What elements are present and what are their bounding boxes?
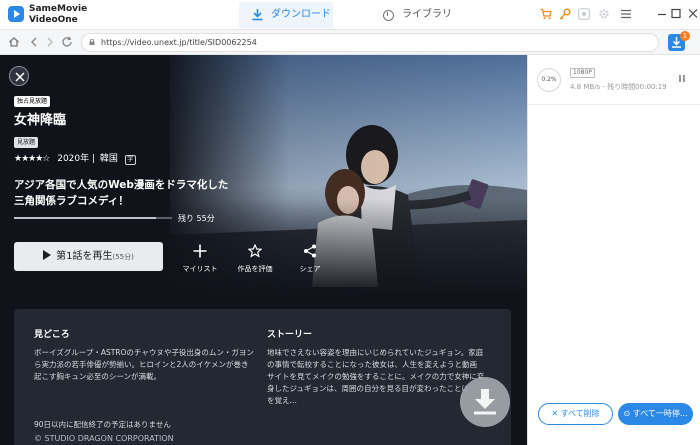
play-episode-button[interactable]: 第1話を再生(55分) <box>14 242 163 271</box>
key-icon[interactable] <box>559 8 571 20</box>
subtitle-badge: 字 <box>124 155 136 165</box>
play-duration: (55分) <box>112 253 134 261</box>
show-title: 女神降臨 <box>14 113 67 128</box>
mylist-button[interactable]: マイリスト <box>175 242 225 278</box>
plus-icon <box>193 244 207 258</box>
menu-icon[interactable] <box>620 8 632 20</box>
pause-all-label: すべて一時停... <box>632 409 688 418</box>
minimize-icon[interactable] <box>657 8 669 20</box>
share-button[interactable]: シェア <box>285 242 335 278</box>
app-window: SameMovie VideoOne ダウンロード ライブラリ https://… <box>0 0 700 445</box>
play-icon <box>43 250 52 260</box>
gear-icon[interactable] <box>598 8 610 20</box>
address-bar: https://video.unext.jp/title/SID0062254 … <box>0 30 700 55</box>
download-icon <box>252 9 263 21</box>
close-icon[interactable] <box>688 8 700 20</box>
highlights-text: 起こす胸キュン必至のシーンが満載。 <box>34 372 161 381</box>
cloud-icon[interactable] <box>578 8 590 20</box>
app-logo <box>8 6 24 22</box>
play-button-label: 第1話を再生 <box>56 251 113 262</box>
share-icon <box>304 244 316 258</box>
rate-label: 作品を評価 <box>237 265 273 273</box>
delete-all-button[interactable]: ✕ すべて削除 <box>538 403 613 425</box>
url-text: https://video.unext.jp/title/SID0062254 <box>101 38 257 47</box>
tab-library-label: ライブラリ <box>402 9 452 20</box>
story-text: サイトを見てメイクの勉強をすることに。メイクの力で女神に変 <box>267 372 485 381</box>
queue-count-badge: 1 <box>680 31 690 41</box>
tagline-line-1: アジア各国で人気のWeb漫画をドラマ化した <box>14 179 229 191</box>
url-input[interactable]: https://video.unext.jp/title/SID0062254 <box>81 33 659 52</box>
release-year: 2020年 <box>57 154 90 164</box>
clock-icon <box>383 10 394 21</box>
download-video-button[interactable] <box>460 377 510 427</box>
star-rating: ★★★★☆ <box>14 154 50 164</box>
task-quality-badge: 1080P <box>570 68 595 78</box>
home-icon[interactable] <box>8 36 20 48</box>
story-text: を覚え… <box>267 396 297 405</box>
meta-separator: | <box>92 154 96 164</box>
watch-progress-fill <box>14 217 157 219</box>
copyright-text: © STUDIO DRAGON CORPORATION <box>34 434 174 443</box>
share-label: シェア <box>299 265 321 273</box>
story-heading: ストーリー <box>267 330 313 340</box>
back-arrow-icon[interactable] <box>28 36 40 48</box>
delete-icon: ✕ <box>551 409 561 418</box>
pause-circle-icon: ⊙ <box>623 409 633 418</box>
highlights-text: ら実力派の若手俳優が勢揃い。ヒロインと2人のイケメンが巻き <box>34 360 249 369</box>
download-task-item: 0.2% 1080P 4.8 MB/s - 残り時間00:00:19 <box>528 55 700 105</box>
tab-library[interactable]: ライブラリ <box>380 2 480 28</box>
download-panel: 0.2% 1080P 4.8 MB/s - 残り時間00:00:19 ✕ すべて… <box>527 55 700 445</box>
story-text: 身したジュギョンは、周囲の自分を見る目が変わったことに <box>267 384 469 393</box>
highlights-text: ボーイズグループ・ASTROのチャウヌや子役出身のムン・ガヨン <box>34 348 254 357</box>
rate-button[interactable]: 作品を評価 <box>230 242 280 278</box>
star-icon <box>248 244 262 258</box>
story-text: の事情で転校することになった彼女は、人生を変えようと動画 <box>267 360 477 369</box>
watch-progress-bar <box>14 217 172 219</box>
close-button[interactable] <box>9 66 29 86</box>
maximize-icon[interactable] <box>671 8 683 20</box>
delete-all-label: すべて削除 <box>560 409 600 418</box>
cart-icon[interactable] <box>540 8 552 20</box>
rating-row: ★★★★☆ 2020年 | 韓国 字 <box>14 153 136 165</box>
info-panel: 見どころ ストーリー ボーイズグループ・ASTROのチャウヌや子役出身のムン・ガ… <box>14 309 511 445</box>
title-bar: SameMovie VideoOne ダウンロード ライブラリ <box>0 0 700 30</box>
free-badge: 見放題 <box>14 137 39 148</box>
lock-icon <box>89 39 95 45</box>
close-icon <box>15 72 25 82</box>
availability-notice: 90日以内に配信終了の予定はありません <box>34 420 171 429</box>
reload-icon[interactable] <box>61 36 73 48</box>
pause-icon[interactable] <box>679 75 685 82</box>
remaining-time: 残り 55分 <box>178 214 215 223</box>
brand-name: SameMovie <box>29 4 88 14</box>
download-arrow-icon <box>474 389 496 415</box>
tagline-line-2: 三角関係ラブコメディ！ <box>14 195 129 207</box>
exclusive-badge: 独占見放題 <box>14 96 51 107</box>
browser-content: 独占見放題 女神降臨 見放題 ★★★★☆ 2020年 | 韓国 字 アジア各国で… <box>0 55 527 445</box>
tab-download-label: ダウンロード <box>271 9 331 20</box>
highlights-heading: 見どころ <box>34 330 70 340</box>
tab-download[interactable]: ダウンロード <box>239 2 333 28</box>
forward-arrow-icon[interactable] <box>44 36 56 48</box>
story-text: 地味でさえない容姿を理由にいじめられていたジュギョン。家庭 <box>267 348 484 357</box>
brand-subname: VideoOne <box>29 15 78 25</box>
mylist-label: マイリスト <box>182 265 218 273</box>
country-label: 韓国 <box>99 154 118 164</box>
task-status-text: 4.8 MB/s - 残り時間00:00:19 <box>570 83 667 91</box>
pause-all-button[interactable]: ⊙ すべて一時停... <box>618 403 693 425</box>
task-progress-circle: 0.2% <box>537 68 561 92</box>
